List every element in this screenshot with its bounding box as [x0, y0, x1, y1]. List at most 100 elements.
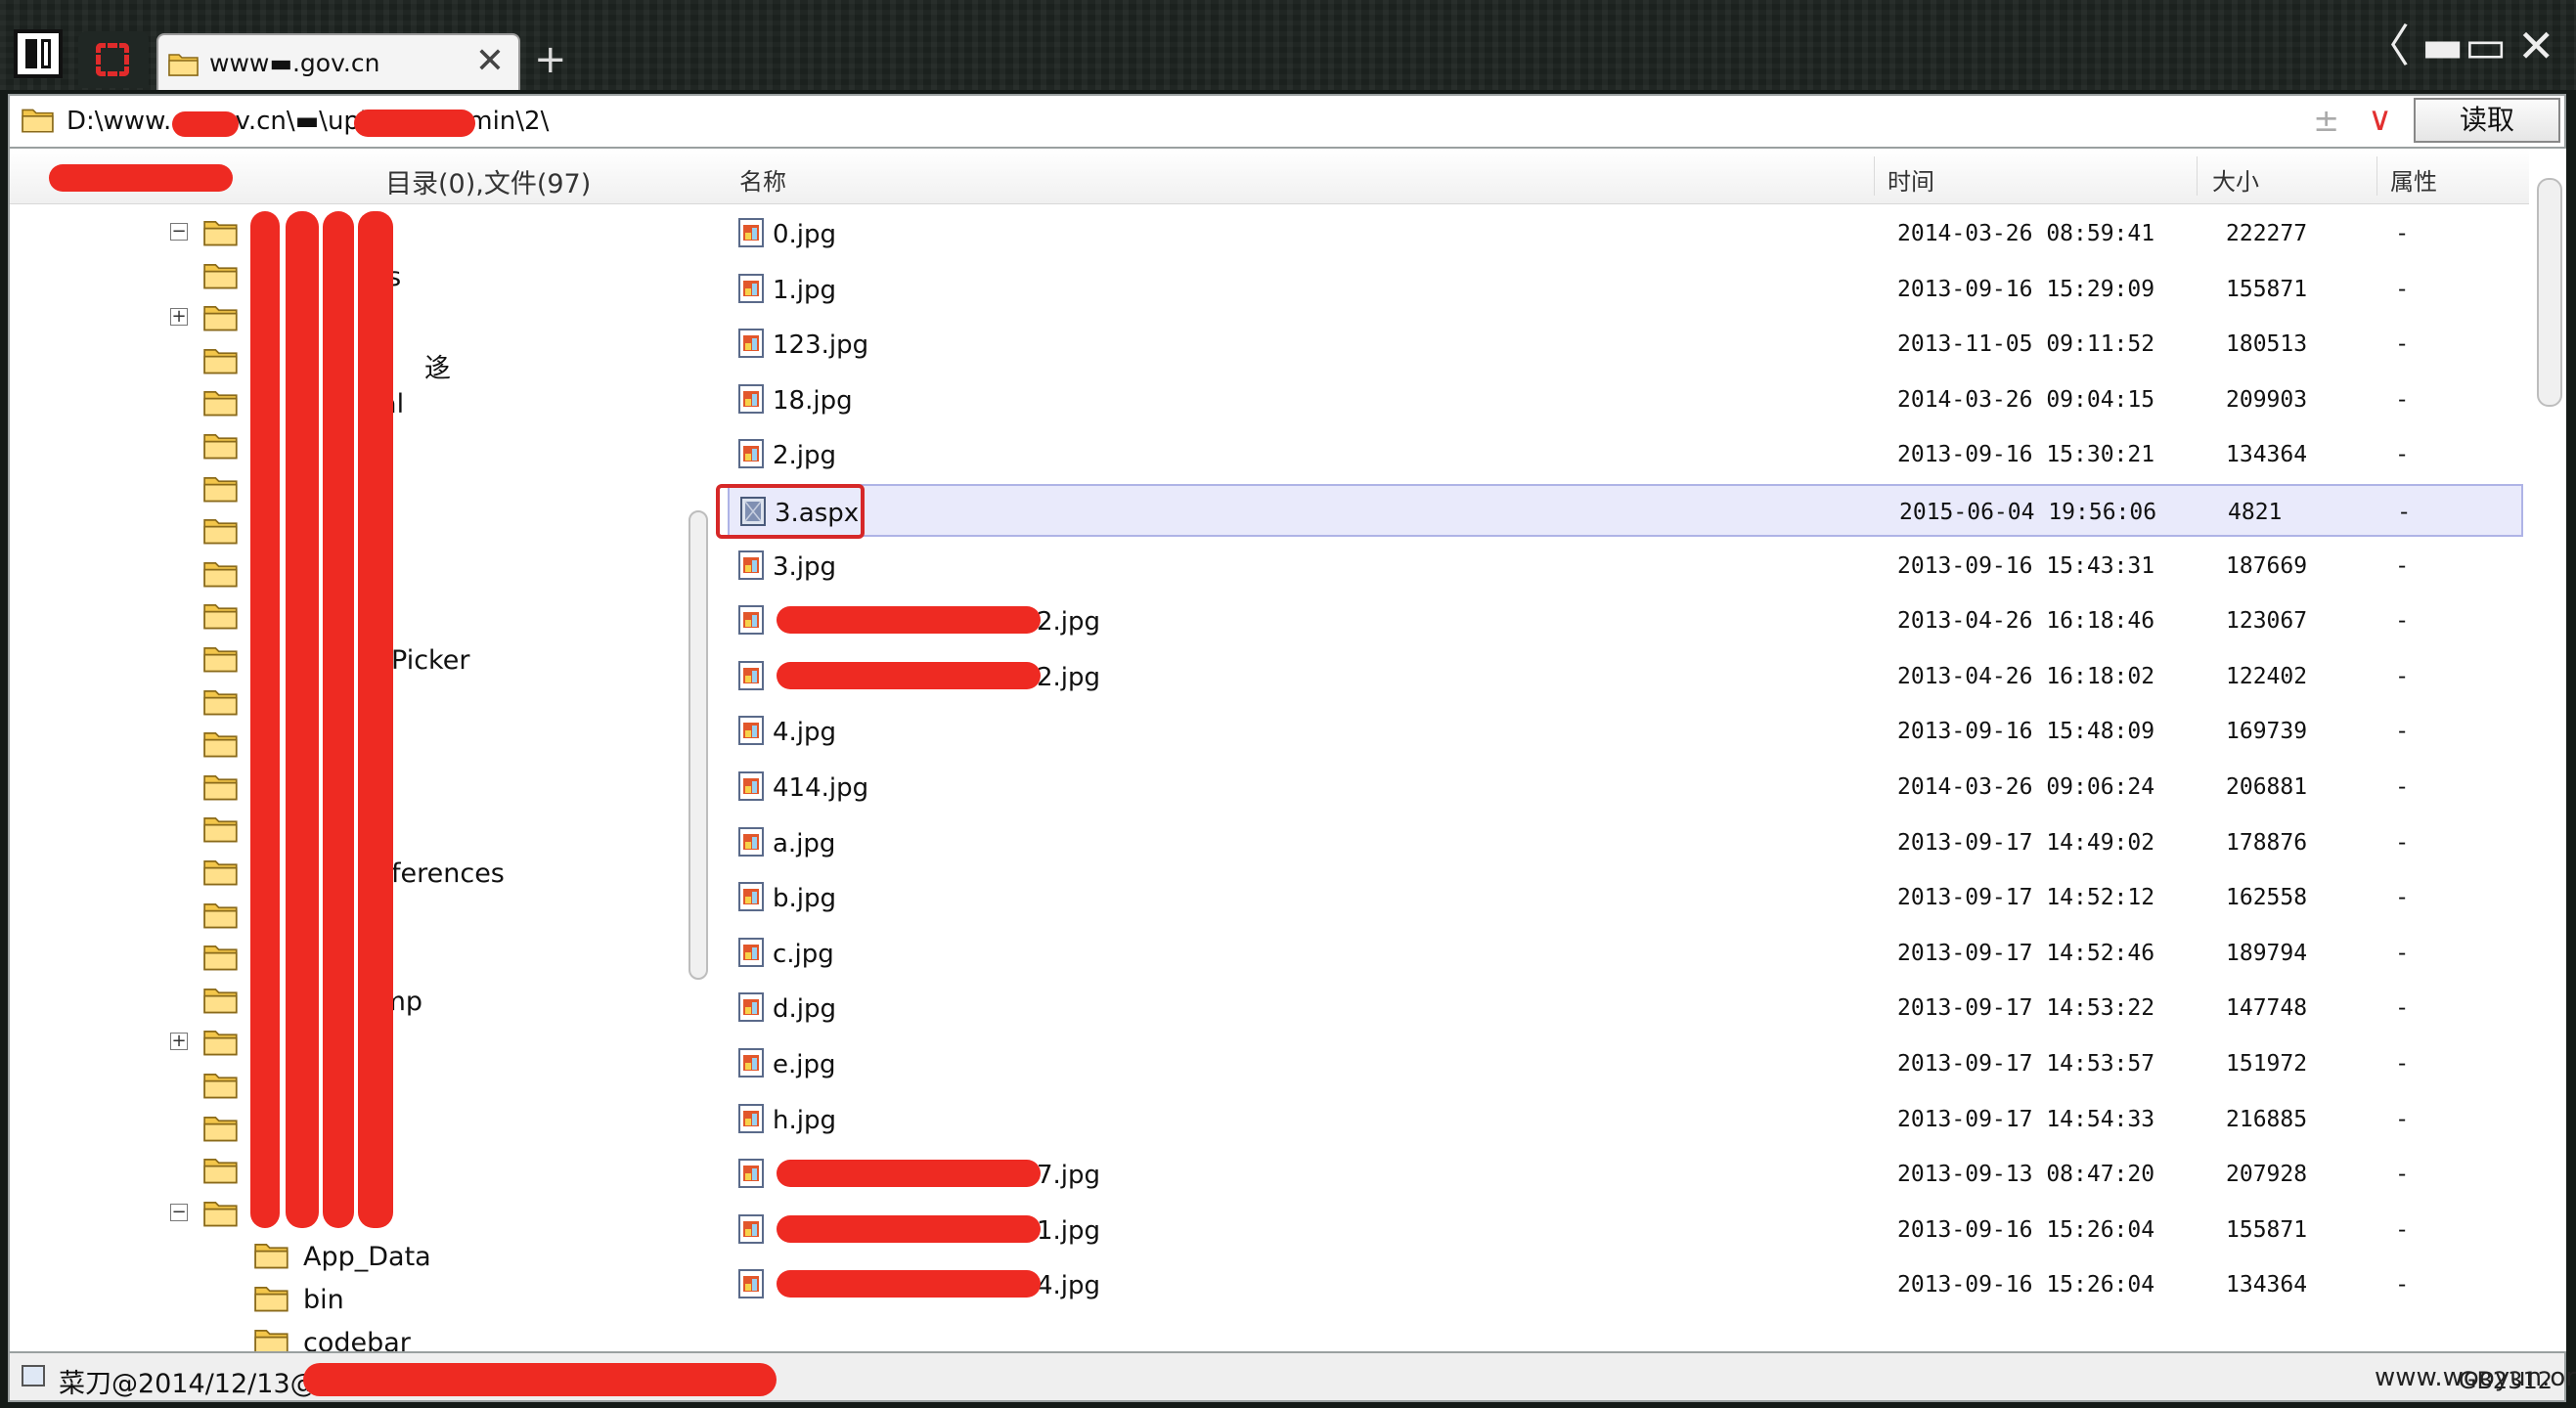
- collapse-icon[interactable]: −: [170, 1203, 188, 1221]
- file-time: 2013-09-16 15:26:04: [1897, 1216, 2155, 1243]
- chevron-down-icon[interactable]: ∨: [2368, 100, 2392, 139]
- tree-item[interactable]: codebar: [10, 1324, 694, 1351]
- column-divider[interactable]: [1874, 156, 1875, 196]
- tree-item-label: App_Data: [303, 1242, 431, 1273]
- image-file-icon: [737, 1268, 767, 1303]
- file-attr: -: [2398, 1272, 2407, 1298]
- folder-icon: [203, 302, 239, 335]
- column-name[interactable]: 名称: [739, 162, 786, 197]
- file-name: 1.jpg: [1037, 1215, 1101, 1246]
- file-list: 0.jpg 2014-03-26 08:59:41 222277 - 1.jpg 2013…: [714, 203, 2529, 1351]
- file-name: 2.jpg: [1037, 662, 1101, 692]
- file-name: e.jpg: [773, 1050, 836, 1079]
- file-row[interactable]: h.jpg 2013-09-17 14:54:33 216885 -: [728, 1093, 2523, 1146]
- redaction-mark: [354, 110, 475, 137]
- redaction-mark: [777, 606, 1041, 635]
- plus-minus-icon[interactable]: ±: [2313, 102, 2339, 139]
- folder-icon: [203, 260, 239, 293]
- app-logo-icon[interactable]: [78, 31, 149, 88]
- file-list-scrollbar[interactable]: [2531, 149, 2566, 1351]
- expand-icon[interactable]: +: [170, 1033, 188, 1051]
- file-name: h.jpg: [773, 1105, 836, 1135]
- tab-close-icon[interactable]: ✕: [475, 41, 505, 81]
- file-attr: -: [2398, 829, 2407, 856]
- folder-icon: [203, 686, 239, 720]
- app-menu-icon[interactable]: [14, 29, 63, 78]
- minimize-button[interactable]: ▬: [2421, 23, 2464, 68]
- folder-icon: [254, 1283, 289, 1316]
- maximize-button[interactable]: ▭: [2465, 23, 2507, 68]
- column-divider[interactable]: [2197, 156, 2198, 196]
- file-row[interactable]: 18.jpg 2014-03-26 09:04:15 209903 -: [728, 374, 2523, 426]
- file-size: 187669: [2226, 552, 2308, 579]
- file-size: 209903: [2226, 386, 2308, 413]
- address-bar: D:\www.▬.gov.cn\▬\uploads\admin\2\ ± ∨ 读…: [8, 94, 2566, 149]
- image-file-icon: [737, 1103, 767, 1138]
- image-file-icon: [737, 383, 767, 418]
- file-time: 2015-06-04 19:56:06: [1899, 500, 2157, 525]
- back-icon[interactable]: 〈: [2365, 23, 2410, 68]
- file-row[interactable]: 0.jpg 2014-03-26 08:59:41 222277 -: [728, 207, 2523, 260]
- file-name: 123.jpg: [773, 330, 869, 361]
- file-attr: -: [2398, 1162, 2407, 1188]
- tree-item-label: Picker: [391, 645, 470, 676]
- tree-item[interactable]: bin: [10, 1281, 694, 1320]
- file-name: 18.jpg: [773, 385, 853, 416]
- file-row[interactable]: a.jpg 2013-09-17 14:49:02 178876 -: [728, 816, 2523, 869]
- folder-icon: [203, 814, 239, 847]
- column-time[interactable]: 时间: [1888, 162, 1934, 197]
- file-size: 155871: [2226, 276, 2308, 302]
- file-size: 178876: [2226, 829, 2308, 856]
- folder-icon: [203, 1113, 239, 1146]
- redaction-mark: [303, 1363, 777, 1396]
- file-size: 222277: [2226, 221, 2308, 246]
- file-row[interactable]: 2.jpg 2013-04-26 16:18:46 123067 -: [728, 594, 2523, 647]
- file-list-scrollbar-thumb[interactable]: [2537, 178, 2562, 407]
- tree-item[interactable]: App_Data: [10, 1238, 694, 1277]
- file-row[interactable]: 414.jpg 2014-03-26 09:06:24 206881 -: [728, 761, 2523, 814]
- tree-scrollbar[interactable]: [687, 217, 708, 1342]
- file-row[interactable]: e.jpg 2013-09-17 14:53:57 151972 -: [728, 1037, 2523, 1090]
- file-row[interactable]: 3.aspx 2015-06-04 19:56:06 4821-: [716, 484, 2523, 539]
- read-button[interactable]: 读取: [2414, 98, 2560, 143]
- tree-item-label: 迻: [424, 353, 451, 384]
- path-input[interactable]: D:\www.▬.gov.cn\▬\uploads\admin\2\: [67, 107, 549, 136]
- tab-site[interactable]: www▬.gov.cn ✕: [156, 33, 520, 90]
- file-size: 207928: [2226, 1162, 2308, 1188]
- redaction-mark: [323, 211, 354, 1228]
- redaction-mark: [286, 211, 319, 1228]
- expand-icon[interactable]: +: [170, 308, 188, 327]
- file-time: 2013-04-26 16:18:02: [1897, 663, 2155, 689]
- folder-icon: [203, 558, 239, 592]
- file-row[interactable]: 123.jpg 2013-11-05 09:11:52 180513 -: [728, 318, 2523, 371]
- tree-item-label: bin: [303, 1285, 344, 1315]
- file-row[interactable]: 4.jpg 2013-09-16 15:26:04 134364 -: [728, 1258, 2523, 1311]
- file-size: 155871: [2226, 1216, 2308, 1243]
- tree-scrollbar-thumb[interactable]: [688, 510, 708, 980]
- file-row[interactable]: b.jpg 2013-09-17 14:52:12 162558 -: [728, 871, 2523, 924]
- file-row[interactable]: 4.jpg 2013-09-16 15:48:09 169739 -: [728, 705, 2523, 758]
- file-row[interactable]: 1.jpg 2013-09-16 15:29:09 155871 -: [728, 263, 2523, 316]
- file-row[interactable]: 3.jpg 2013-09-16 15:43:31 187669 -: [728, 540, 2523, 593]
- file-time: 2013-09-16 15:43:31: [1897, 552, 2155, 579]
- column-size[interactable]: 大小: [2212, 162, 2259, 197]
- folder-icon: [203, 771, 239, 805]
- new-tab-button[interactable]: +: [534, 37, 567, 82]
- file-size: 134364: [2226, 1272, 2308, 1298]
- file-row[interactable]: 2.jpg 2013-04-26 16:18:02 122402 -: [728, 650, 2523, 703]
- watermark: www.wooyun.org: [2375, 1363, 2576, 1392]
- column-divider[interactable]: [2376, 156, 2377, 196]
- file-row[interactable]: 2.jpg 2013-09-16 15:30:21 134364 -: [728, 428, 2523, 481]
- file-row[interactable]: c.jpg 2013-09-17 14:52:46 189794 -: [728, 927, 2523, 980]
- file-row[interactable]: 7.jpg 2013-09-13 08:47:20 207928 -: [728, 1148, 2523, 1201]
- close-button[interactable]: ✕: [2517, 23, 2555, 68]
- collapse-icon[interactable]: −: [170, 223, 188, 241]
- file-row[interactable]: d.jpg 2013-09-17 14:53:22 147748 -: [728, 982, 2523, 1034]
- file-row[interactable]: 1.jpg 2013-09-16 15:26:04 155871 -: [728, 1204, 2523, 1256]
- redaction-mark: [49, 164, 233, 192]
- column-attr[interactable]: 属性: [2390, 162, 2437, 197]
- directory-summary: 目录(0),文件(97): [385, 169, 592, 199]
- image-file-icon: [737, 991, 767, 1027]
- file-time: 2014-03-26 08:59:41: [1897, 221, 2155, 246]
- folder-icon: [168, 54, 199, 76]
